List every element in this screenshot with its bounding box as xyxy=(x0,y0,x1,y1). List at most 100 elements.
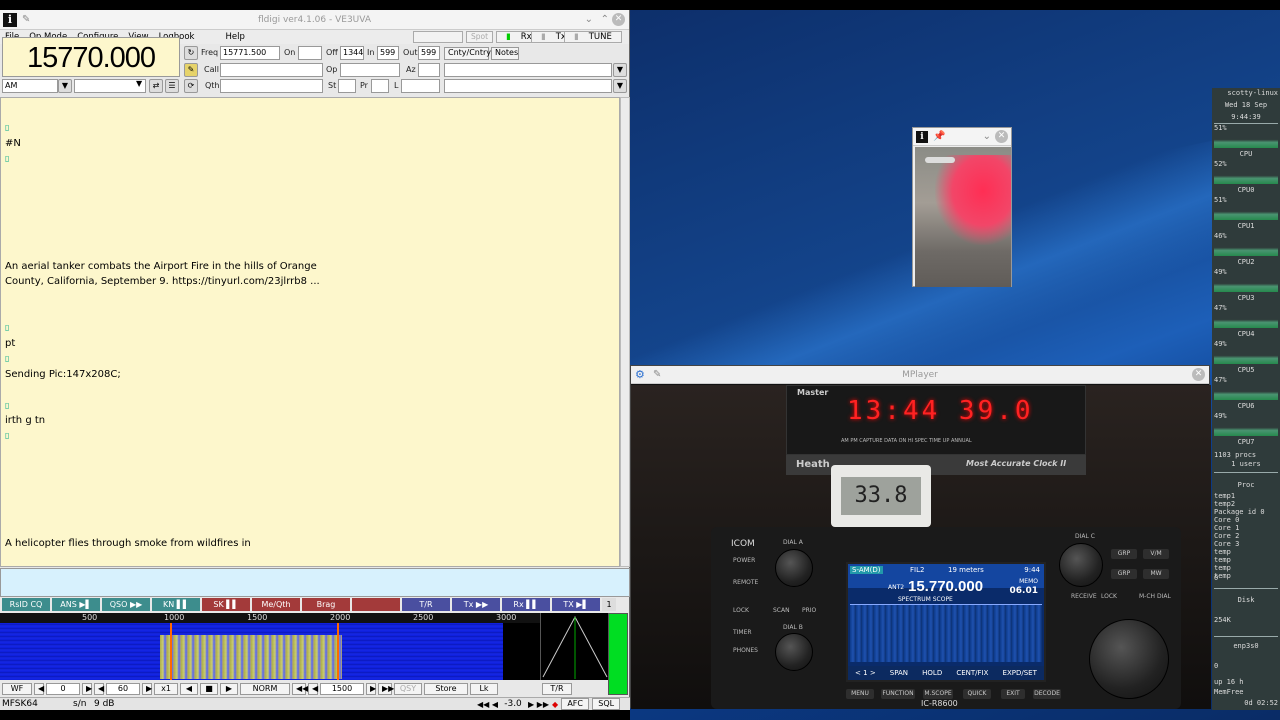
macro-kn-button[interactable]: KN ▌▌ xyxy=(152,598,200,611)
lcd-key-span[interactable]: SPAN xyxy=(890,669,908,677)
freq-fast-down-button[interactable]: ◀◀ xyxy=(292,683,308,695)
macro-set-button[interactable]: 1 xyxy=(602,598,616,611)
op-field[interactable] xyxy=(340,63,400,77)
locator-field[interactable] xyxy=(401,79,440,93)
notes-field-2[interactable] xyxy=(444,79,612,93)
mode-select[interactable]: AM xyxy=(2,79,58,93)
maximize-icon[interactable]: ⌃ xyxy=(601,14,609,25)
video-frame[interactable]: Master 13:44 39.0 AM PM CAPTURE DATA ON … xyxy=(631,385,1211,709)
save-log-icon[interactable]: ✎ xyxy=(184,63,198,77)
freq-up-button[interactable]: ▶ xyxy=(366,683,376,695)
off-field[interactable]: 1344 xyxy=(340,46,364,60)
transmit-text-area[interactable] xyxy=(0,568,630,597)
ref-level-field[interactable]: 0 xyxy=(46,683,80,695)
freq-field[interactable]: 15771.500 xyxy=(220,46,280,60)
list-icon[interactable]: ☰ xyxy=(165,79,179,93)
rst-in-field[interactable]: 599 xyxy=(377,46,399,60)
macro-ans-button[interactable]: ANS ▶▌ xyxy=(52,598,100,611)
range-up-button[interactable]: ▶ xyxy=(142,683,152,695)
macro-tx-stop-button[interactable]: TX ▶▌ xyxy=(552,598,600,611)
lcd-key-hold[interactable]: HOLD xyxy=(922,669,942,677)
notes-dropdown-2-icon[interactable]: ▼ xyxy=(613,79,627,93)
az-field[interactable] xyxy=(418,63,440,77)
lock-button[interactable]: Lk xyxy=(470,683,498,695)
minimize-icon[interactable]: ⌄ xyxy=(585,14,593,25)
mscope-button[interactable]: M.SCOPE xyxy=(923,689,953,699)
image-window-min-icon[interactable]: ⌄ xyxy=(983,131,991,142)
afc-right-icon[interactable]: ▶ ▶▶ xyxy=(528,700,549,709)
province-field[interactable] xyxy=(371,79,389,93)
lcd-key-expd-set[interactable]: EXPD/SET xyxy=(1003,669,1037,677)
tr-button[interactable]: T/R xyxy=(542,683,572,695)
sql-button[interactable]: SQL xyxy=(592,698,621,710)
range-field[interactable]: 60 xyxy=(106,683,140,695)
image-window-titlebar[interactable]: i 📌 ⌄ ✕ xyxy=(913,128,1011,146)
mw-button[interactable]: MW xyxy=(1143,569,1169,579)
call-field[interactable] xyxy=(220,63,323,77)
macro-tr-button[interactable]: T/R xyxy=(402,598,450,611)
image-window-pin-icon[interactable]: 📌 xyxy=(933,131,945,142)
function-button[interactable]: FUNCTION xyxy=(881,689,915,699)
received-image-window[interactable]: i 📌 ⌄ ✕ xyxy=(912,127,1012,287)
macro-brag-button[interactable]: Brag xyxy=(302,598,350,611)
rx-scrollbar[interactable] xyxy=(620,97,630,567)
tune-button[interactable]: ▮ TUNE xyxy=(564,31,622,43)
mplayer-titlebar[interactable]: ⚙ ✎ MPlayer ✕ xyxy=(631,366,1209,384)
ref-down-button[interactable]: ◀ xyxy=(34,683,44,695)
wf-speed-button[interactable]: NORM xyxy=(240,683,290,695)
rst-out-field[interactable]: 599 xyxy=(418,46,440,60)
state-field[interactable] xyxy=(338,79,356,93)
wf-left-button[interactable]: ◀ xyxy=(180,683,198,695)
mode-dropdown-icon[interactable]: ▼ xyxy=(58,79,72,93)
image-window-close-icon[interactable]: ✕ xyxy=(995,130,1008,143)
exit-button[interactable]: EXIT xyxy=(1001,689,1025,699)
image-window-icon[interactable]: i xyxy=(916,130,928,143)
frequency-display[interactable]: 15770.000 xyxy=(2,37,180,77)
freq-fast-up-button[interactable]: ▶▶ xyxy=(378,683,394,695)
swap-icon[interactable]: ⇄ xyxy=(149,79,163,93)
cnty-cntry-button[interactable]: Cnty/Cntry xyxy=(444,47,491,60)
macro-sk-button[interactable]: SK ▌▌ xyxy=(202,598,250,611)
macro-me-qth-button[interactable]: Me/Qth xyxy=(252,598,300,611)
menu-button[interactable]: MENU xyxy=(846,689,874,699)
spot-button[interactable]: Spot xyxy=(466,31,494,43)
ref-up-button[interactable]: ▶ xyxy=(82,683,92,695)
fldigi-titlebar[interactable]: i ✎ fldigi ver4.1.06 - VE3UVA ⌄ ⌃ ✕ xyxy=(0,10,629,30)
freq-down-button[interactable]: ◀ xyxy=(308,683,318,695)
decode-button[interactable]: DECODE xyxy=(1033,689,1061,699)
lcd-key-cent-fix[interactable]: CENT/FIX xyxy=(956,669,988,677)
qth-field[interactable] xyxy=(220,79,323,93)
lookup-icon[interactable]: ⟳ xyxy=(184,79,198,93)
notes-field-1[interactable] xyxy=(444,63,612,77)
macro-rsid-cq-button[interactable]: RsID CQ xyxy=(2,598,50,611)
macro-tx-button[interactable]: Tx ▶▶ xyxy=(452,598,500,611)
vm-button[interactable]: V/M xyxy=(1143,549,1169,559)
grp-up-button[interactable]: GRP xyxy=(1111,549,1137,559)
notes-dropdown-icon[interactable]: ▼ xyxy=(613,63,627,77)
close-icon[interactable]: ✕ xyxy=(612,13,625,26)
lcd-key-page[interactable]: < 1 > xyxy=(855,669,876,677)
carrier-freq-field[interactable]: 1500 xyxy=(320,683,364,695)
waterfall-display[interactable]: 500 1000 1500 2000 2500 3000 xyxy=(0,613,540,680)
wf-mode-button[interactable]: WF xyxy=(2,683,32,695)
dial-b-knob[interactable] xyxy=(775,633,813,671)
receive-text-area[interactable]: ▯ #N ▯ An aerial tanker combats the Airp… xyxy=(0,97,620,567)
afc-button[interactable]: AFC xyxy=(561,698,590,710)
range-down-button[interactable]: ◀ xyxy=(94,683,104,695)
store-button[interactable]: Store xyxy=(424,683,468,695)
on-field[interactable] xyxy=(298,46,322,60)
wf-pause-button[interactable]: ■ xyxy=(200,683,218,695)
quick-button[interactable]: QUICK xyxy=(963,689,991,699)
macro-empty-button[interactable] xyxy=(352,598,400,611)
main-tuning-knob[interactable] xyxy=(1089,619,1169,699)
wf-right-button[interactable]: ▶ xyxy=(220,683,238,695)
macro-qso-button[interactable]: QSO ▶▶ xyxy=(102,598,150,611)
afc-left-icon[interactable]: ◀◀ ◀ xyxy=(477,700,498,709)
dial-a-knob[interactable] xyxy=(775,549,813,587)
macro-rx-button[interactable]: Rx ▌▌ xyxy=(502,598,550,611)
clear-log-icon[interactable]: ↻ xyxy=(184,46,198,60)
grp-down-button[interactable]: GRP xyxy=(1111,569,1137,579)
menu-help[interactable]: Help xyxy=(225,32,244,42)
notes-button[interactable]: Notes xyxy=(491,47,519,60)
mplayer-close-icon[interactable]: ✕ xyxy=(1192,368,1205,381)
